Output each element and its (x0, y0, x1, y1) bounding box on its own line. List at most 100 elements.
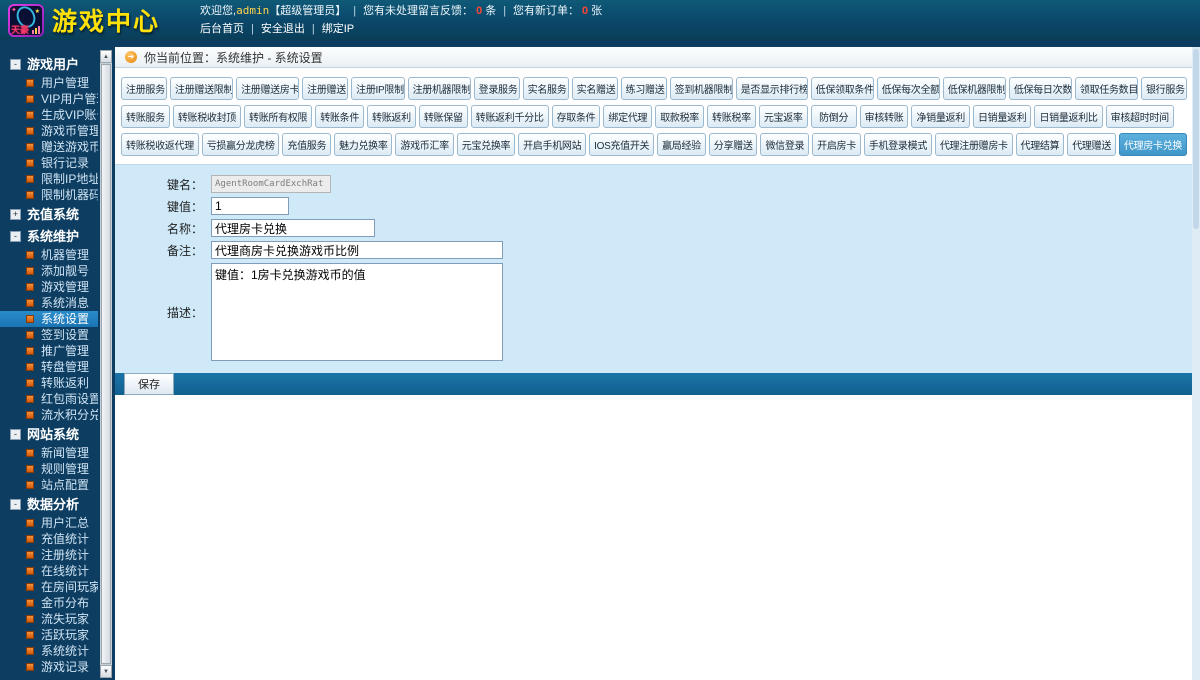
sidebar-item[interactable]: 系统统计 (0, 643, 98, 659)
sidebar-item[interactable]: 转盘管理 (0, 359, 98, 375)
collapse-icon[interactable]: - (10, 231, 21, 242)
tab-button[interactable]: 实名服务 (522, 77, 569, 100)
tab-button[interactable]: 注册服务 (121, 77, 167, 100)
collapse-icon[interactable]: - (10, 429, 21, 440)
scrollbar-thumb[interactable] (101, 64, 111, 664)
sidebar-item[interactable]: 规则管理 (0, 461, 98, 477)
sidebar-item[interactable]: 红包雨设置 (0, 391, 98, 407)
sidebar-item[interactable]: 流水积分兑换 (0, 407, 98, 423)
tab-button[interactable]: 赢局经验 (657, 133, 706, 156)
link-admin-home[interactable]: 后台首页 (200, 23, 244, 35)
sidebar-item[interactable]: VIP用户管理 (0, 91, 98, 107)
sidebar-item[interactable]: 在房间玩家 (0, 579, 98, 595)
sidebar-item[interactable]: 转账返利 (0, 375, 98, 391)
tab-button[interactable]: 练习赠送 (620, 77, 667, 100)
tab-button[interactable]: 注册赠送限制 (170, 77, 234, 100)
sidebar-item[interactable]: 生成VIP账号 (0, 107, 98, 123)
tab-button[interactable]: 注册IP限制 (351, 77, 405, 100)
tab-button[interactable]: 绑定代理 (603, 105, 653, 128)
tab-button[interactable]: 代理注册赠房卡 (934, 133, 1013, 156)
tab-button[interactable]: 防倒分 (810, 105, 857, 128)
tab-button[interactable]: 日销量返利 (972, 105, 1032, 128)
tab-button[interactable]: 存取条件 (551, 105, 601, 128)
sidebar-item[interactable]: 站点配置 (0, 477, 98, 493)
sidebar-item[interactable]: 限制IP地址 (0, 171, 98, 187)
keyvalue-field[interactable] (211, 197, 289, 215)
sidebar-item[interactable]: 用户管理 (0, 75, 98, 91)
tab-button[interactable]: 低保机器限制 (942, 77, 1006, 100)
sidebar-item[interactable]: 限制机器码 (0, 187, 98, 203)
sidebar-item[interactable]: 银行记录 (0, 155, 98, 171)
sidebar-section-header[interactable]: - 系统维护 (0, 225, 98, 247)
sidebar-item[interactable]: 注册统计 (0, 547, 98, 563)
tab-button[interactable]: 注册赠送 (302, 77, 349, 100)
tab-button[interactable]: 审核转账 (859, 105, 909, 128)
sidebar-section-header[interactable]: - 游戏用户 (0, 53, 98, 75)
tab-button[interactable]: 是否显示排行榜 (735, 77, 808, 100)
expand-icon[interactable]: + (10, 209, 21, 220)
save-button[interactable]: 保存 (124, 373, 174, 395)
tab-button[interactable]: 注册机器限制 (407, 77, 471, 100)
tab-button[interactable]: 代理结算 (1015, 133, 1065, 156)
page-scrollbar[interactable] (1192, 47, 1200, 680)
tab-button[interactable]: 微信登录 (760, 133, 810, 156)
tab-button[interactable]: 开启手机网站 (518, 133, 587, 156)
tab-button[interactable]: 转账保留 (418, 105, 468, 128)
tab-button[interactable]: 转账返利 (367, 105, 416, 128)
sidebar-item[interactable]: 流失玩家 (0, 611, 98, 627)
sidebar-item[interactable]: 充值统计 (0, 531, 98, 547)
sidebar-section-header[interactable]: - 网站系统 (0, 423, 98, 445)
sidebar-item[interactable]: 新闻管理 (0, 445, 98, 461)
sidebar-scrollbar[interactable]: ▲ ▼ (100, 50, 112, 678)
tab-button[interactable]: 日销量返利比 (1034, 105, 1103, 128)
sidebar-item[interactable]: 推广管理 (0, 343, 98, 359)
tab-button[interactable]: 转账所有权限 (244, 105, 313, 128)
sidebar-section-header[interactable]: - 数据分析 (0, 493, 98, 515)
tab-button[interactable]: 元宝返率 (758, 105, 808, 128)
tab-button[interactable]: 转账税率 (707, 105, 756, 128)
sidebar-item[interactable]: 活跃玩家 (0, 627, 98, 643)
tab-button[interactable]: 代理房卡兑换 (1118, 133, 1187, 156)
tab-button[interactable]: 开启房卡 (812, 133, 861, 156)
tab-button[interactable]: 登录服务 (473, 77, 520, 100)
tab-button[interactable]: 领取任务数目 (1074, 77, 1138, 100)
tab-button[interactable]: 转账条件 (315, 105, 365, 128)
tab-button[interactable]: 代理赠送 (1067, 133, 1116, 156)
tab-button[interactable]: 分享赠送 (708, 133, 758, 156)
name-field[interactable] (211, 219, 375, 237)
tab-button[interactable]: 元宝兑换率 (456, 133, 516, 156)
tab-button[interactable]: 低保每日次数 (1008, 77, 1072, 100)
sidebar-item[interactable]: 机器管理 (0, 247, 98, 263)
desc-field[interactable]: 键值：1房卡兑换游戏币的值 (211, 263, 503, 361)
scroll-down-icon[interactable]: ▼ (100, 665, 112, 678)
tab-button[interactable]: 低保每次全额 (876, 77, 940, 100)
sidebar-item[interactable]: 游戏记录 (0, 659, 98, 675)
sidebar-item[interactable]: 添加靓号 (0, 263, 98, 279)
sidebar-item[interactable]: 系统设置 (0, 311, 98, 327)
link-bind-ip[interactable]: 绑定IP (322, 23, 354, 35)
sidebar-item[interactable]: 用户汇总 (0, 515, 98, 531)
tab-button[interactable]: 转账税收返代理 (121, 133, 199, 156)
link-safe-logout[interactable]: 安全退出 (261, 23, 305, 35)
sidebar-item[interactable]: 游戏管理 (0, 279, 98, 295)
tab-button[interactable]: 转账税收封顶 (172, 105, 242, 128)
tab-button[interactable]: 游戏币汇率 (395, 133, 454, 156)
tab-button[interactable]: 注册赠送房卡 (236, 77, 300, 100)
tab-button[interactable]: 银行服务 (1140, 77, 1187, 100)
sidebar-item[interactable]: 签到设置 (0, 327, 98, 343)
tab-button[interactable]: 亏损赢分龙虎榜 (201, 133, 280, 156)
sidebar-item[interactable]: 在线统计 (0, 563, 98, 579)
tab-button[interactable]: 转账服务 (121, 105, 170, 128)
note-field[interactable] (211, 241, 503, 259)
tab-button[interactable]: 充值服务 (282, 133, 332, 156)
sidebar-item[interactable]: 赠送游戏币记录 (0, 139, 98, 155)
sidebar-item[interactable]: 游戏币管理 (0, 123, 98, 139)
tab-button[interactable]: 签到机器限制 (669, 77, 733, 100)
tab-button[interactable]: IOS充值开关 (589, 133, 655, 156)
page-scrollbar-thumb[interactable] (1193, 49, 1199, 229)
collapse-icon[interactable]: - (10, 59, 21, 70)
tab-button[interactable]: 取款税率 (655, 105, 704, 128)
sidebar-item[interactable]: 系统消息 (0, 295, 98, 311)
tab-button[interactable]: 魅力兑换率 (334, 133, 393, 156)
tab-button[interactable]: 实名赠送 (571, 77, 618, 100)
